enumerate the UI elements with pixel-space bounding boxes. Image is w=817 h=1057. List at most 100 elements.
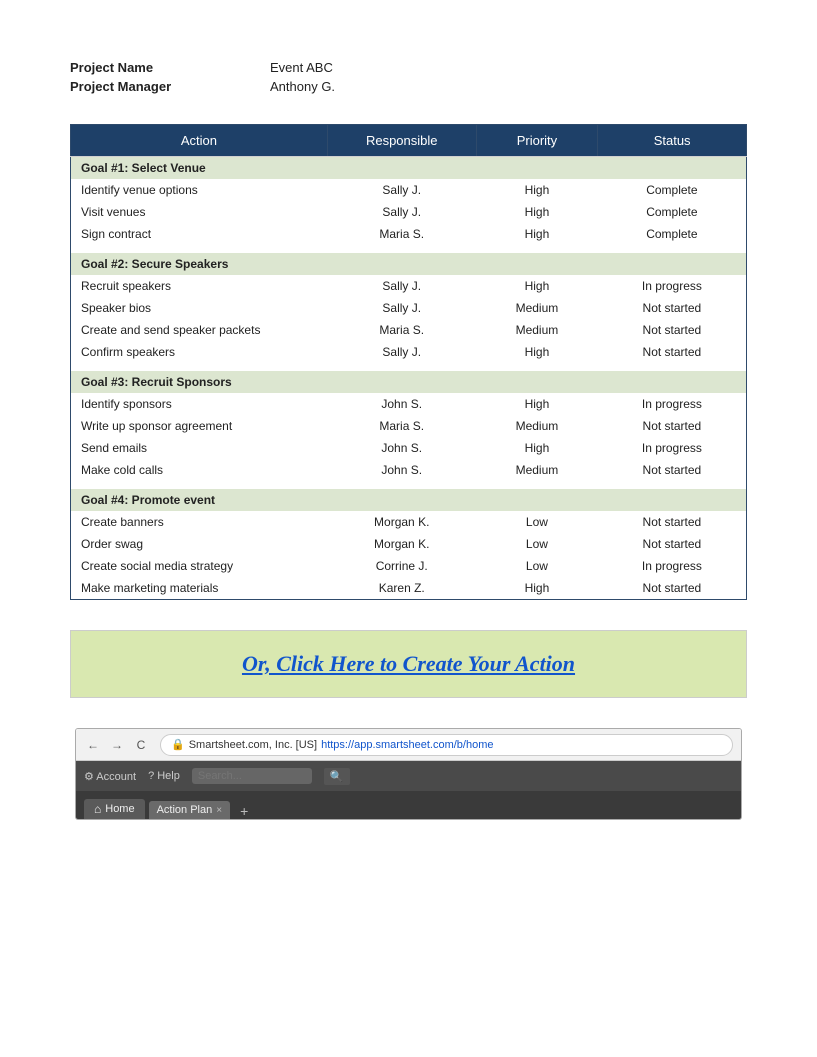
cell-priority: High	[476, 179, 598, 201]
browser-address-bar: ← → C 🔒 Smartsheet.com, Inc. [US] https:…	[76, 729, 741, 761]
cell-priority: High	[476, 275, 598, 297]
tab-new-btn[interactable]: +	[234, 803, 254, 819]
goal-row-2: Goal #2: Secure Speakers	[71, 253, 747, 275]
browser-toolbar: ⚙ Account ? Help 🔍	[76, 761, 741, 791]
cell-priority: Low	[476, 511, 598, 533]
table-row: Identify sponsors John S. High In progre…	[71, 393, 747, 415]
cell-responsible: Sally J.	[327, 297, 476, 319]
cell-responsible: Sally J.	[327, 201, 476, 223]
goal-label: Goal #2: Secure Speakers	[71, 253, 747, 275]
cell-priority: Medium	[476, 297, 598, 319]
cell-status: Not started	[598, 297, 747, 319]
lock-icon: 🔒	[171, 738, 185, 751]
tab-home[interactable]: ⌂ Home	[84, 799, 145, 819]
project-info: Project Name Event ABC Project Manager A…	[70, 60, 747, 94]
cell-action: Confirm speakers	[71, 341, 328, 363]
cell-action: Create social media strategy	[71, 555, 328, 577]
cell-responsible: John S.	[327, 459, 476, 481]
goal-row-1: Goal #1: Select Venue	[71, 157, 747, 180]
cell-responsible: Karen Z.	[327, 577, 476, 600]
table-row: Identify venue options Sally J. High Com…	[71, 179, 747, 201]
tab-page-label: Action Plan	[157, 804, 213, 816]
cell-status: In progress	[598, 393, 747, 415]
table-row: Write up sponsor agreement Maria S. Medi…	[71, 415, 747, 437]
cell-responsible: John S.	[327, 393, 476, 415]
browser-tabs: ⌂ Home Action Plan × +	[76, 791, 741, 819]
cell-priority: High	[476, 393, 598, 415]
tab-home-label: Home	[105, 803, 134, 815]
cell-action: Send emails	[71, 437, 328, 459]
toolbar-help[interactable]: ? Help	[148, 770, 180, 782]
cell-responsible: Maria S.	[327, 223, 476, 245]
cell-responsible: Maria S.	[327, 319, 476, 341]
cell-responsible: Sally J.	[327, 179, 476, 201]
table-row: Create banners Morgan K. Low Not started	[71, 511, 747, 533]
cell-action: Speaker bios	[71, 297, 328, 319]
project-name-value: Event ABC	[270, 60, 333, 75]
cell-status: Not started	[598, 319, 747, 341]
cell-status: Complete	[598, 179, 747, 201]
cta-link[interactable]: Or, Click Here to Create Your Action	[242, 651, 575, 676]
cell-action: Visit venues	[71, 201, 328, 223]
cell-action: Recruit speakers	[71, 275, 328, 297]
spacer-row	[71, 481, 747, 489]
cell-responsible: Morgan K.	[327, 533, 476, 555]
cell-status: In progress	[598, 555, 747, 577]
table-row: Send emails John S. High In progress	[71, 437, 747, 459]
goal-label: Goal #4: Promote event	[71, 489, 747, 511]
cell-priority: High	[476, 577, 598, 600]
table-row: Create social media strategy Corrine J. …	[71, 555, 747, 577]
cell-status: Not started	[598, 341, 747, 363]
project-manager-label: Project Manager	[70, 79, 270, 94]
cell-status: Not started	[598, 533, 747, 555]
cell-action: Write up sponsor agreement	[71, 415, 328, 437]
header-action: Action	[71, 125, 328, 157]
cell-status: Not started	[598, 577, 747, 600]
cell-priority: Medium	[476, 319, 598, 341]
cell-status: In progress	[598, 275, 747, 297]
project-manager-row: Project Manager Anthony G.	[70, 79, 747, 94]
table-row: Make marketing materials Karen Z. High N…	[71, 577, 747, 600]
cell-responsible: Morgan K.	[327, 511, 476, 533]
project-name-row: Project Name Event ABC	[70, 60, 747, 75]
toolbar-search-input[interactable]	[192, 768, 312, 784]
cell-responsible: Maria S.	[327, 415, 476, 437]
header-responsible: Responsible	[327, 125, 476, 157]
table-row: Visit venues Sally J. High Complete	[71, 201, 747, 223]
cell-status: Complete	[598, 223, 747, 245]
cell-priority: High	[476, 223, 598, 245]
browser-back-btn[interactable]: ←	[84, 736, 102, 754]
toolbar-search-btn[interactable]: 🔍	[324, 768, 350, 785]
browser-refresh-btn[interactable]: C	[132, 736, 150, 754]
project-name-label: Project Name	[70, 60, 270, 75]
url-path: https://app.smartsheet.com/b/home	[321, 739, 493, 751]
cell-priority: High	[476, 201, 598, 223]
cell-action: Sign contract	[71, 223, 328, 245]
cell-responsible: John S.	[327, 437, 476, 459]
cell-action: Create banners	[71, 511, 328, 533]
table-row: Create and send speaker packets Maria S.…	[71, 319, 747, 341]
cta-section[interactable]: Or, Click Here to Create Your Action	[70, 630, 747, 698]
cell-action: Order swag	[71, 533, 328, 555]
tab-close-btn[interactable]: ×	[216, 805, 222, 816]
cell-status: In progress	[598, 437, 747, 459]
cell-action: Create and send speaker packets	[71, 319, 328, 341]
cell-status: Complete	[598, 201, 747, 223]
spacer-row	[71, 363, 747, 371]
toolbar-account[interactable]: ⚙ Account	[84, 770, 136, 783]
table-header-row: Action Responsible Priority Status	[71, 125, 747, 157]
browser-forward-btn[interactable]: →	[108, 736, 126, 754]
cell-priority: Low	[476, 533, 598, 555]
table-row: Order swag Morgan K. Low Not started	[71, 533, 747, 555]
cell-priority: High	[476, 437, 598, 459]
cell-priority: High	[476, 341, 598, 363]
cell-responsible: Sally J.	[327, 275, 476, 297]
cell-status: Not started	[598, 459, 747, 481]
cell-status: Not started	[598, 415, 747, 437]
table-row: Speaker bios Sally J. Medium Not started	[71, 297, 747, 319]
url-company: Smartsheet.com, Inc. [US]	[189, 739, 317, 751]
cell-action: Identify sponsors	[71, 393, 328, 415]
tab-action-plan[interactable]: Action Plan ×	[149, 801, 231, 819]
goal-label: Goal #3: Recruit Sponsors	[71, 371, 747, 393]
header-status: Status	[598, 125, 747, 157]
